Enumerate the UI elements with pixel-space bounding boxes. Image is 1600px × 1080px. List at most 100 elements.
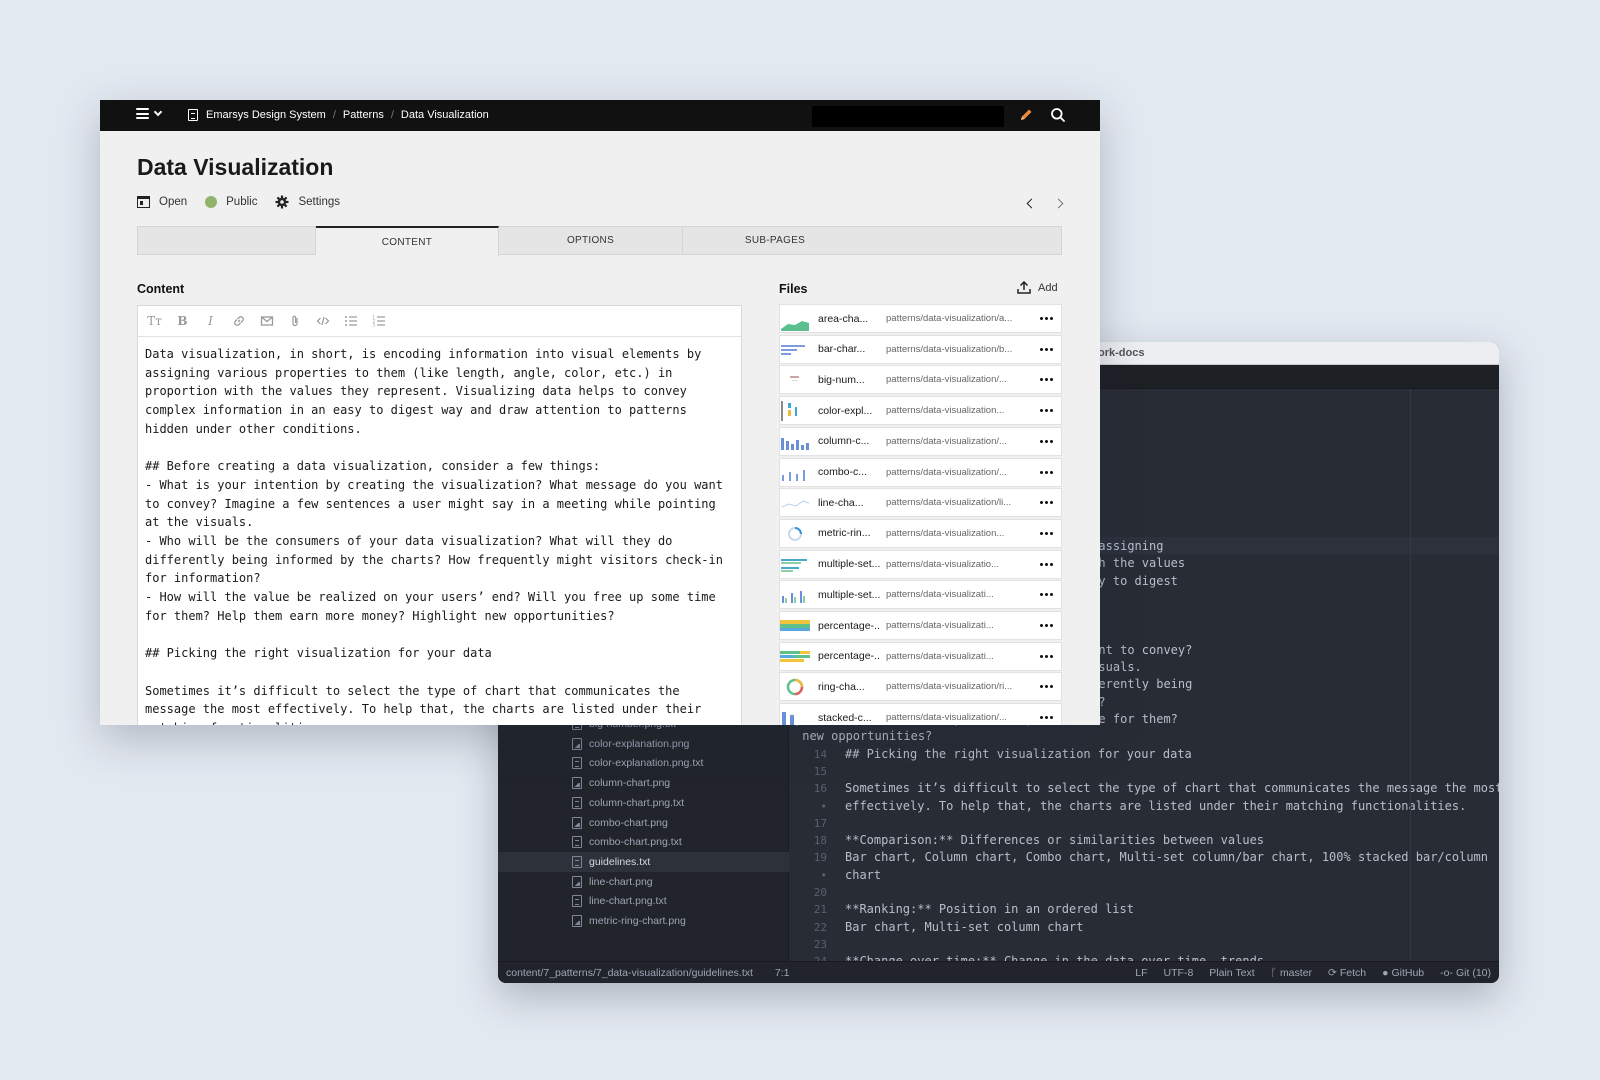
more-options-icon[interactable] — [1040, 317, 1053, 320]
main-menu-button[interactable] — [136, 107, 163, 119]
file-row[interactable]: ring-cha... patterns/data-visualization/r… — [779, 672, 1062, 702]
text-size-icon[interactable]: Tт — [146, 313, 163, 330]
tree-file-name: column-chart.png.txt — [589, 796, 685, 809]
file-name: metric-rin... — [818, 527, 871, 540]
text-file-icon — [572, 796, 582, 809]
file-row[interactable]: multiple-set... patterns/data-visualizati… — [779, 549, 1062, 579]
tab-sub-pages[interactable]: SUB-PAGES — [683, 226, 867, 255]
line-number: 22 — [813, 920, 827, 934]
file-name: column-c... — [818, 435, 870, 448]
line-number: 15 — [813, 764, 827, 778]
tree-file-item[interactable]: line-chart.png — [498, 872, 789, 892]
file-row[interactable]: stacked-c... patterns/data-visualization/… — [779, 703, 1062, 725]
file-row[interactable]: big-num... patterns/data-visualization/..… — [779, 365, 1062, 395]
email-icon[interactable] — [258, 313, 275, 330]
status-git[interactable]: -o- Git (10) — [1440, 967, 1491, 979]
file-row[interactable]: area-cha... patterns/data-visualization/a… — [779, 304, 1062, 333]
code-line: **Comparison:** Differences or similarit… — [845, 833, 1265, 848]
status-branch[interactable]: ᚴ master — [1271, 967, 1312, 979]
tree-file-name: color-explanation.png — [589, 737, 690, 750]
more-options-icon[interactable] — [1040, 409, 1053, 413]
status-grammar[interactable]: Plain Text — [1209, 967, 1254, 979]
add-file-button[interactable]: Add — [1017, 281, 1058, 294]
tree-file-item[interactable]: column-chart.png — [498, 773, 789, 793]
settings-button[interactable]: Settings — [275, 195, 340, 209]
tree-file-item[interactable]: column-chart.png.txt — [498, 793, 789, 813]
more-options-icon[interactable] — [1040, 716, 1053, 720]
content-textarea[interactable]: Data visualization, in short, is encodin… — [145, 345, 737, 725]
file-path: patterns/data-visualization/... — [886, 435, 1007, 447]
more-options-icon[interactable] — [1040, 562, 1053, 566]
tree-file-item[interactable]: color-explanation.png — [498, 734, 789, 754]
line-number: 14 — [813, 747, 827, 761]
tab-options[interactable]: OPTIONS — [499, 226, 683, 255]
search-icon[interactable] — [1050, 107, 1066, 123]
status-line-ending[interactable]: LF — [1135, 967, 1147, 979]
status-fetch[interactable]: ⟳ Fetch — [1328, 967, 1366, 979]
more-options-icon[interactable] — [1040, 378, 1053, 382]
tree-file-item[interactable]: metric-ring-chart.png — [498, 911, 789, 931]
file-row[interactable]: metric-rin... patterns/data-visualization… — [779, 518, 1062, 548]
hamburger-icon — [136, 108, 149, 119]
file-row[interactable]: percentage-... patterns/data-visualizati.… — [779, 611, 1062, 640]
gear-icon — [275, 195, 289, 209]
tree-file-item[interactable]: color-explanation.png.txt — [498, 753, 789, 773]
file-name: line-cha... — [818, 496, 864, 509]
more-options-icon[interactable] — [1040, 501, 1053, 505]
line-number: 16 — [813, 782, 827, 796]
file-row[interactable]: combo-c... patterns/data-visualization/..… — [779, 457, 1062, 487]
tree-file-item[interactable]: line-chart.png.txt — [498, 891, 789, 911]
numbered-list-icon[interactable]: 123 — [370, 313, 387, 330]
cms-window: Emarsys Design System / Patterns / Data … — [100, 100, 1100, 725]
image-file-icon — [572, 816, 582, 829]
file-path: patterns/data-visualizati... — [886, 650, 994, 662]
file-row[interactable]: column-c... patterns/data-visualization/.… — [779, 426, 1062, 456]
visibility-status[interactable]: Public — [205, 196, 257, 208]
status-file-path[interactable]: content/7_patterns/7_data-visualization/… — [506, 967, 753, 979]
tree-file-item[interactable]: combo-chart.png.txt — [498, 832, 789, 852]
file-row[interactable]: bar-char... patterns/data-visualization/b… — [779, 334, 1062, 364]
breadcrumb-separator: / — [390, 109, 394, 121]
file-name: multiple-set... — [818, 588, 880, 601]
more-options-icon[interactable] — [1040, 685, 1053, 689]
file-thumbnail — [780, 612, 810, 639]
bullet-list-icon[interactable] — [342, 313, 359, 330]
breadcrumb-item-current[interactable]: Data Visualization — [401, 109, 489, 121]
file-row[interactable]: percentage-... patterns/data-visualizati.… — [779, 641, 1062, 671]
tree-file-item[interactable]: combo-chart.png — [498, 813, 789, 833]
status-github[interactable]: ● GitHub — [1382, 967, 1424, 979]
tab-content[interactable]: CONTENT — [316, 226, 499, 256]
bold-icon[interactable]: B — [174, 313, 191, 330]
previous-page-icon[interactable] — [1026, 198, 1037, 209]
code-icon[interactable] — [314, 313, 331, 330]
file-row[interactable]: multiple-set... patterns/data-visualizati… — [779, 580, 1062, 610]
attachment-icon[interactable] — [286, 313, 303, 330]
file-row[interactable]: line-cha... patterns/data-visualization/l… — [779, 488, 1062, 518]
file-name: multiple-set... — [818, 558, 880, 571]
next-page-icon[interactable] — [1053, 198, 1064, 209]
more-options-icon[interactable] — [1040, 531, 1053, 535]
code-line: new opportunities? — [795, 729, 933, 744]
file-thumbnail — [780, 520, 810, 547]
link-icon[interactable] — [230, 313, 247, 330]
more-options-icon[interactable] — [1040, 470, 1053, 474]
tab-blank[interactable] — [138, 226, 316, 255]
file-thumbnail — [780, 673, 810, 700]
status-cursor-position[interactable]: 7:1 — [775, 967, 790, 979]
tree-file-name: guidelines.txt — [589, 855, 651, 868]
open-button[interactable]: Open — [137, 196, 187, 208]
more-options-icon[interactable] — [1040, 439, 1053, 443]
file-row[interactable]: color-expl... patterns/data-visualization… — [779, 396, 1062, 426]
status-encoding[interactable]: UTF-8 — [1164, 967, 1194, 979]
redacted-search-field[interactable] — [812, 106, 1004, 127]
tree-file-item[interactable]: guidelines.txt — [498, 851, 789, 872]
file-thumbnail — [780, 366, 810, 393]
breadcrumb-item-root[interactable]: Emarsys Design System — [206, 109, 326, 121]
breadcrumb-item-patterns[interactable]: Patterns — [343, 109, 384, 121]
pencil-icon[interactable] — [1018, 107, 1034, 123]
more-options-icon[interactable] — [1040, 347, 1053, 351]
italic-icon[interactable]: I — [202, 313, 219, 330]
more-options-icon[interactable] — [1040, 624, 1053, 627]
more-options-icon[interactable] — [1040, 654, 1053, 658]
more-options-icon[interactable] — [1040, 593, 1053, 597]
